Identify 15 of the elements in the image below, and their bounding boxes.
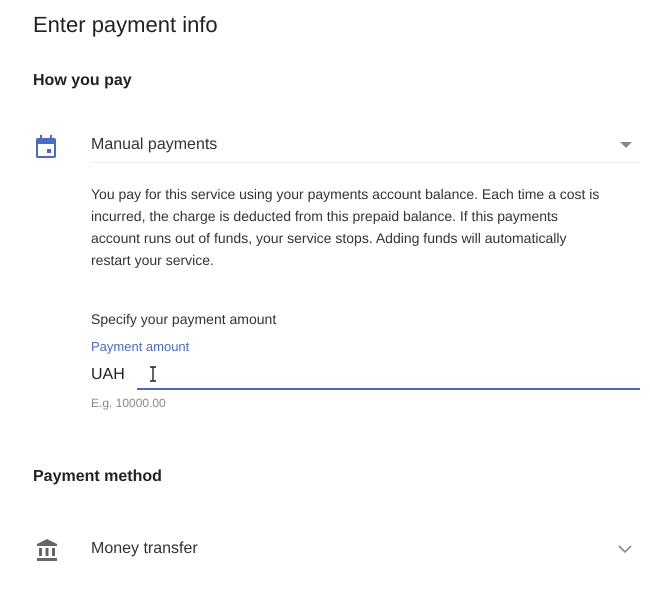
currency-prefix: UAH	[91, 366, 125, 385]
dropdown-select[interactable]: Money transfer	[91, 534, 640, 566]
dropdown-select[interactable]: Manual payments	[91, 130, 640, 163]
section-heading: Payment method	[33, 468, 162, 486]
dropdown-arrow-icon	[620, 142, 632, 148]
page-title: Enter payment info	[33, 11, 219, 39]
amount-prompt: Specify your payment amount	[91, 311, 276, 327]
chevron-down-icon	[618, 544, 632, 554]
calendar-icon	[35, 134, 59, 158]
section-heading: How you pay	[33, 72, 132, 90]
description-text: You pay for this service using your payments account balance. Each time a cost is incurred, the charge is deducted from this prepaid balance. If this payments account runs out of funds, your service stops. Adding funds will automatically restart your service.	[91, 185, 600, 270]
field-hint: E.g. 10000.00	[91, 396, 166, 410]
field-label: Payment amount	[91, 339, 190, 354]
text-cursor-icon	[148, 366, 157, 382]
bank-icon	[35, 538, 59, 562]
